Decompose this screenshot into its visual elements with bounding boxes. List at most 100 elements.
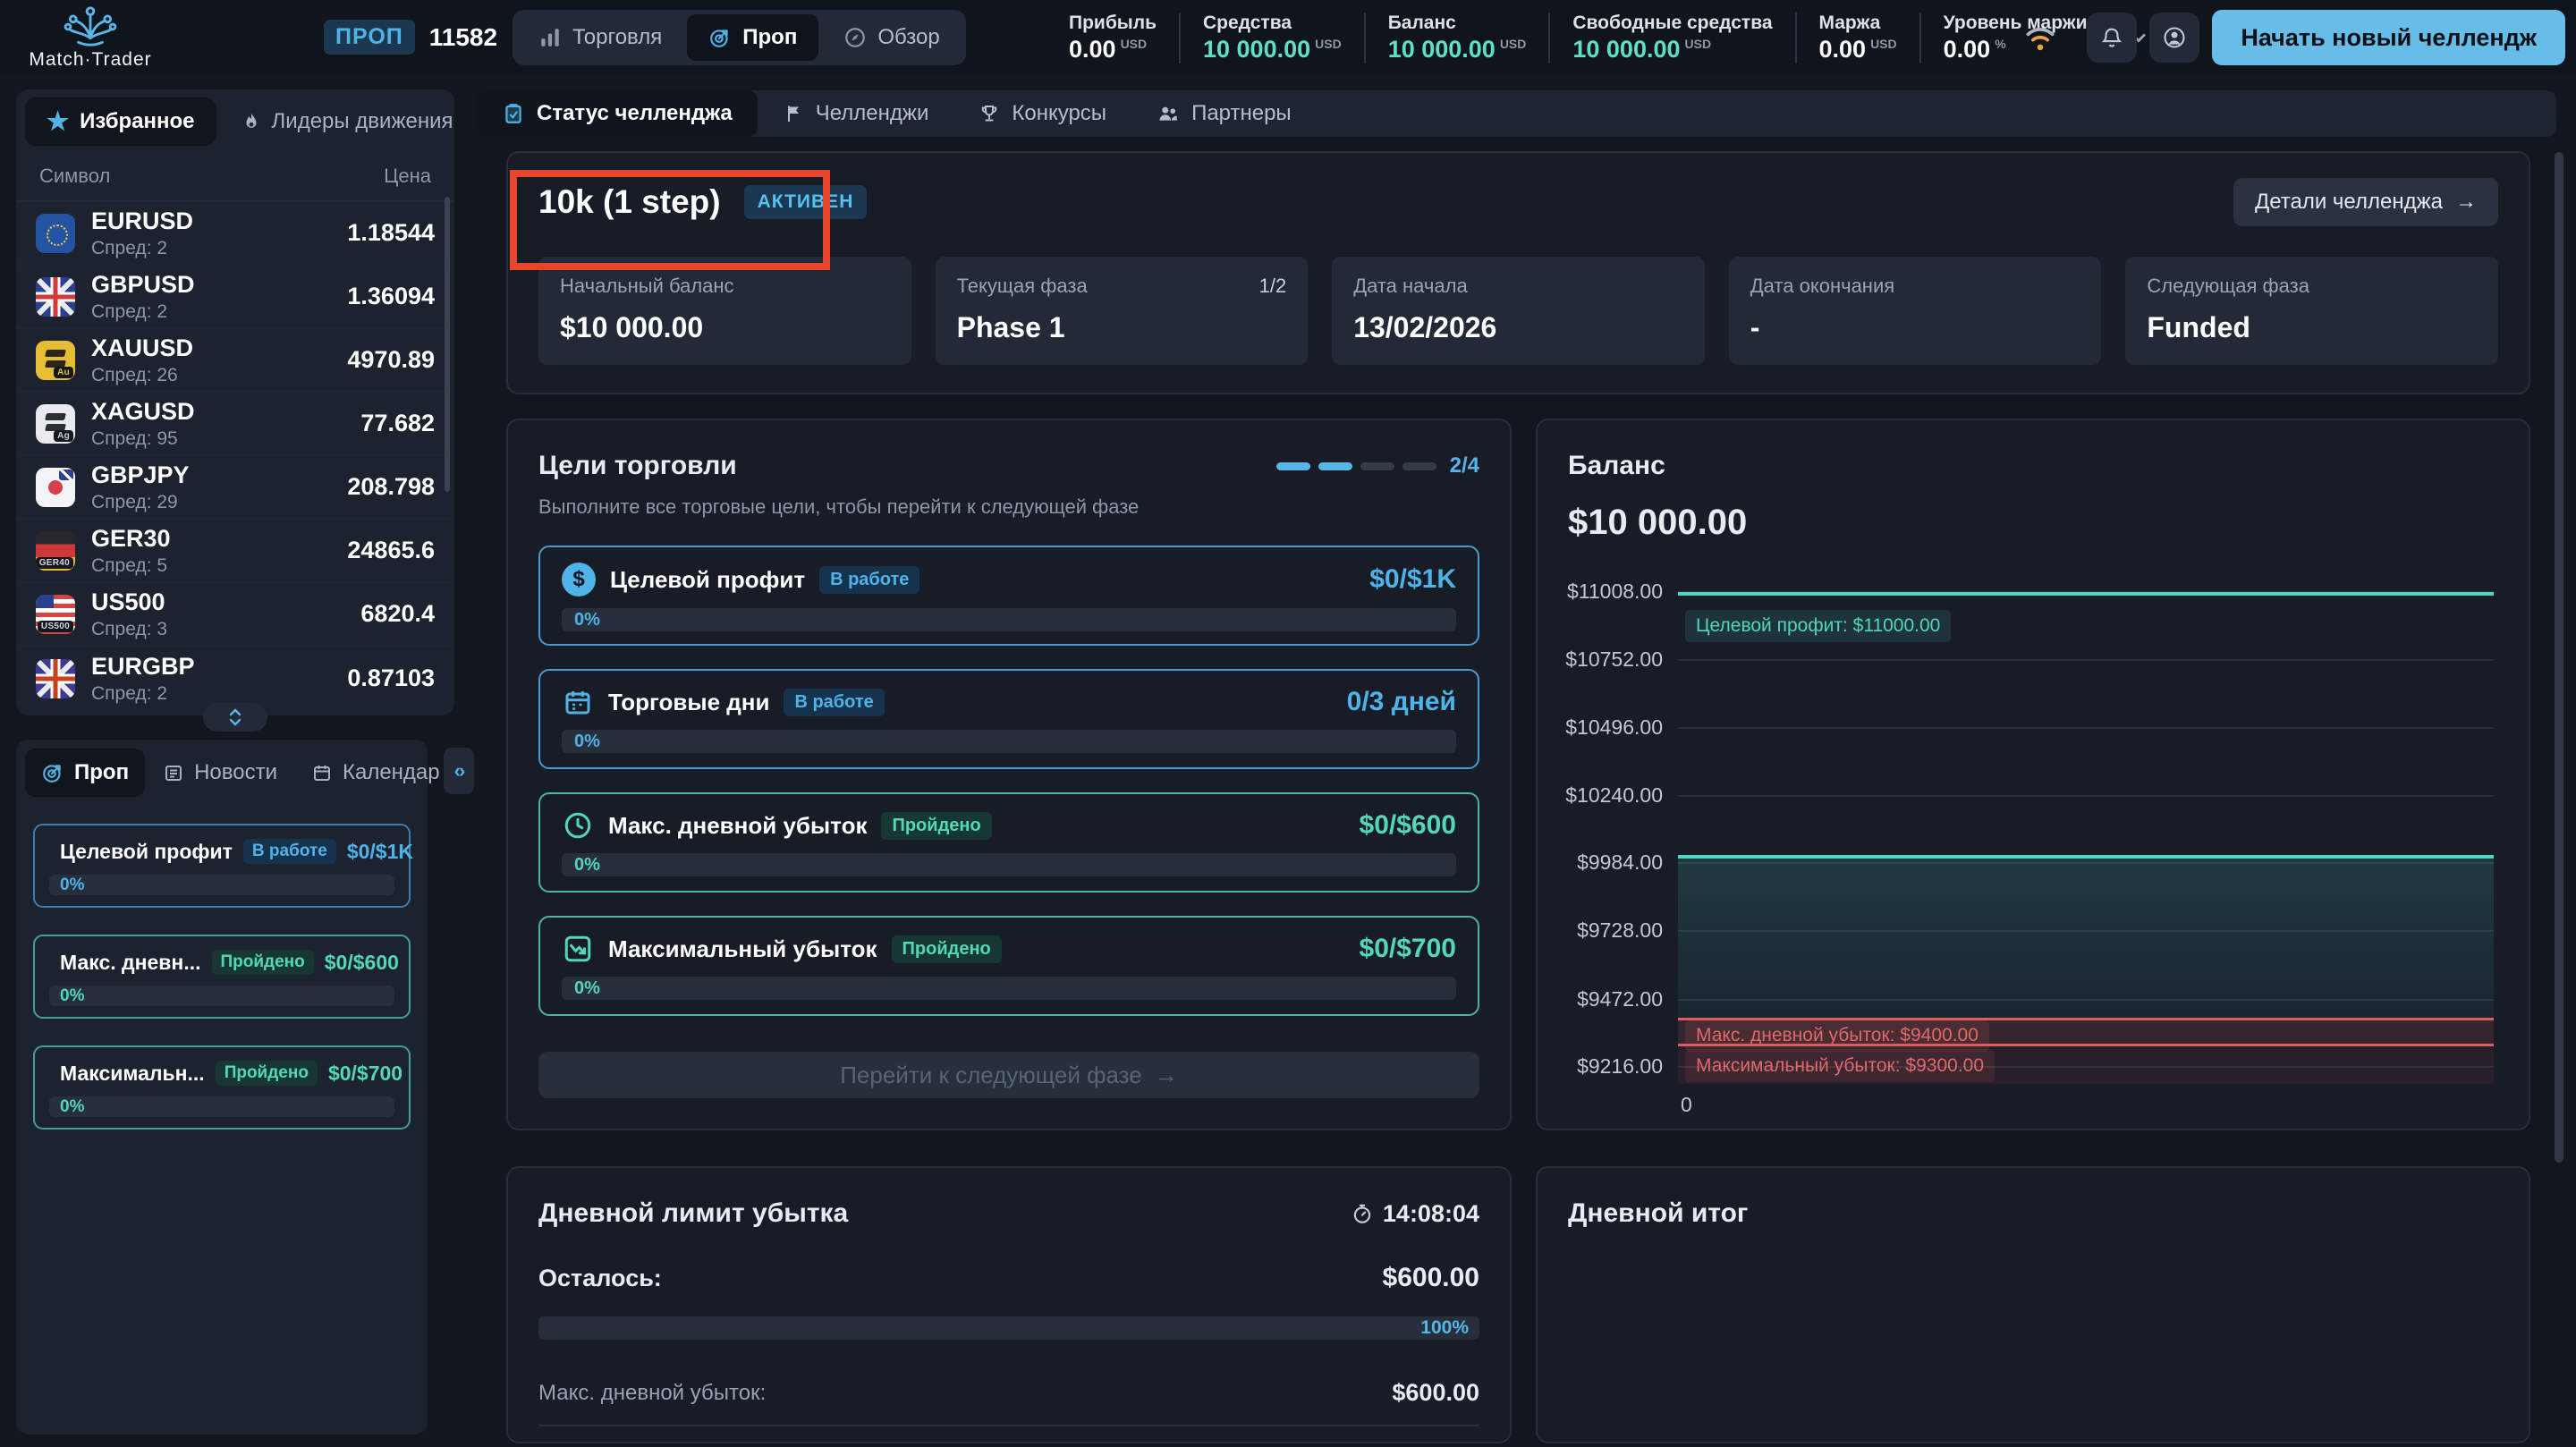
- tab-partners[interactable]: Партнеры: [1131, 90, 1317, 137]
- tab-favorites[interactable]: ★ Избранное: [25, 97, 216, 146]
- account-selector[interactable]: ПРОП 11582: [324, 20, 535, 55]
- tab-news[interactable]: Новости: [147, 749, 293, 797]
- clipboard-check-icon: [505, 104, 521, 123]
- people-icon: [1159, 106, 1178, 121]
- watchlist-row-us500[interactable]: US500 US500 Спред: 3 6820.4: [16, 583, 454, 647]
- eurgbp-flag-icon: [36, 658, 75, 698]
- nav-item-trading[interactable]: Торговля: [517, 14, 683, 61]
- tab-prop[interactable]: Проп: [25, 749, 146, 797]
- watchlist-row-ger30[interactable]: GER40 GER30 Спред: 5 24865.6: [16, 520, 454, 583]
- arrow-right-icon: →: [2455, 190, 2477, 214]
- watchlist-row-gbpusd[interactable]: GBPUSD Спред: 2 1.36094: [16, 266, 454, 329]
- target-profit-line: [1678, 592, 2494, 596]
- chart-down-icon: [564, 935, 591, 962]
- flame-icon: [246, 113, 257, 128]
- goal-card-profit-target: $ Целевой профит В работе $0/$1K 0%: [538, 546, 1479, 646]
- highlight-annotation-box: [510, 170, 830, 270]
- eurusd-flag-icon: [36, 213, 75, 253]
- mini-goal-max-daily-loss: Макс. дневн... Пройдено $0/$600 0%: [33, 935, 411, 1019]
- max-daily-loss-value: $600.00: [1392, 1379, 1479, 1406]
- calendar-icon: [565, 691, 590, 715]
- daily-loss-progress-pct: 100%: [1420, 1317, 1469, 1338]
- user-icon: [2164, 27, 2185, 48]
- info-card-next-phase: Следующая фаза Funded: [2125, 257, 2498, 365]
- challenge-details-button[interactable]: Детали челленджа →: [2233, 178, 2498, 226]
- stat-balance: Баланс 10 000.00 USD: [1363, 12, 1549, 63]
- stat-margin: Маржа 0.00 USD: [1794, 12, 1919, 63]
- daily-loss-timer: 14:08:04: [1351, 1200, 1479, 1228]
- goals-progress-dashes: [1275, 461, 1436, 470]
- status-badge: Пройдено: [215, 1061, 318, 1086]
- divider: [538, 1425, 1479, 1426]
- gbpusd-flag-icon: [36, 276, 75, 317]
- progress-bar: 0%: [562, 730, 1456, 753]
- tab-challenge-status[interactable]: Статус челленджа: [477, 90, 758, 137]
- panel-expand-button[interactable]: ‹›: [444, 748, 474, 794]
- max-loss-label: Максимальный убыток: $9300.00: [1685, 1050, 1995, 1082]
- stat-equity: Средства 10 000.00 USD: [1179, 12, 1364, 63]
- mini-goal-max-loss: Максимальн... Пройдено $0/$700 0%: [33, 1045, 411, 1130]
- balance-line: [1678, 855, 2494, 859]
- daily-loss-limit-panel: Дневной лимит убытка 14:08:04 Осталось: …: [506, 1166, 1512, 1443]
- max-daily-loss-label: Макс. дневной убыток:: [538, 1380, 767, 1405]
- nav-label: Проп: [742, 25, 798, 49]
- bar-chart-icon: [541, 29, 559, 47]
- balance-area-fill: [1678, 859, 2494, 1018]
- watchlist-scrollbar[interactable]: [445, 197, 450, 492]
- status-badge: В работе: [784, 688, 885, 716]
- daily-summary-panel: Дневной итог: [1536, 1166, 2530, 1443]
- nav-item-overview[interactable]: Обзор: [822, 14, 961, 61]
- start-new-challenge-button[interactable]: Начать новый челлендж: [2212, 10, 2565, 65]
- daily-summary-title: Дневной итог: [1568, 1198, 1749, 1228]
- header-actions: Начать новый челлендж: [2021, 9, 2565, 66]
- nav-item-prop[interactable]: Проп: [687, 14, 819, 61]
- goal-card-max-loss: Максимальный убыток Пройдено $0/$700 0%: [538, 916, 1479, 1016]
- balance-panel: Баланс $10 000.00 $11008.00 $10752.00 $1…: [1536, 419, 2530, 1130]
- watchlist-header: Символ Цена: [16, 154, 454, 202]
- stat-free-margin: Свободные средства 10 000.00 USD: [1548, 12, 1794, 63]
- status-badge: Пройдено: [211, 950, 314, 975]
- collapse-arrows-icon: [229, 708, 242, 726]
- watchlist-row-eurgbp[interactable]: EURGBP Спред: 2 0.87103: [16, 647, 454, 710]
- nav-label: Обзор: [877, 25, 940, 49]
- tab-calendar[interactable]: Календар: [295, 749, 456, 797]
- progress-bar: 0%: [562, 853, 1456, 876]
- main-scrollbar[interactable]: [2555, 152, 2563, 1163]
- goals-subtitle: Выполните все торговые цели, чтобы перей…: [538, 495, 1140, 518]
- col-symbol: Символ: [39, 165, 111, 187]
- notifications-button[interactable]: [2087, 13, 2138, 63]
- calendar-icon: [313, 766, 330, 781]
- progress-bar: 0%: [49, 875, 394, 895]
- sidebar-collapse-button[interactable]: [203, 703, 267, 732]
- target-icon: [710, 30, 728, 47]
- trading-goals-panel: Цели торговли 2/4 Выполните все торговые…: [506, 419, 1512, 1130]
- tab-top-movers[interactable]: Лидеры движения: [220, 97, 475, 146]
- ger30-flag-icon: GER40: [36, 530, 75, 571]
- stat-profit: Прибыль 0.00 USD: [1069, 12, 1157, 63]
- compass-icon: [845, 28, 866, 47]
- watchlist-row-xagusd[interactable]: Ag XAGUSD Спред: 95 77.682: [16, 393, 454, 456]
- profile-button[interactable]: [2149, 13, 2200, 63]
- goals-progress-counter: 2/4: [1449, 453, 1479, 478]
- progress-bar: 0%: [49, 1096, 394, 1117]
- max-loss-line: [1678, 1044, 2494, 1046]
- tab-challenges[interactable]: Челленджи: [758, 90, 954, 137]
- watchlist-row-xauusd[interactable]: Au XAUUSD Спред: 26 4970.89: [16, 329, 454, 393]
- target-profit-label: Целевой профит: $11000.00: [1685, 610, 1952, 642]
- phase-counter: 1/2: [1258, 275, 1287, 297]
- balance-chart: $11008.00 $10752.00 $10496.00 $10240.00 …: [1538, 420, 2529, 1129]
- account-id: 11582: [428, 22, 498, 51]
- flag-icon: [787, 106, 799, 122]
- goal-card-trading-days: Торговые дни В работе 0/3 дней 0%: [538, 669, 1479, 769]
- watchlist-row-eurusd[interactable]: EURUSD Спред: 2 1.18544: [16, 202, 454, 266]
- news-icon: [165, 766, 182, 781]
- status-badge: В работе: [242, 839, 336, 864]
- watchlist-row-gbpjpy[interactable]: GBPJPY Спред: 29 208.798: [16, 456, 454, 520]
- nav-label: Торговля: [572, 25, 663, 49]
- max-daily-loss-label: Макс. дневной убыток: $9400.00: [1685, 1020, 1989, 1052]
- target-icon: [43, 765, 61, 783]
- progress-bar: 0%: [49, 986, 394, 1006]
- dollar-icon: $: [562, 563, 596, 597]
- next-phase-button[interactable]: Перейти к следующей фазе →: [538, 1052, 1479, 1098]
- tab-contests[interactable]: Конкурсы: [953, 90, 1131, 137]
